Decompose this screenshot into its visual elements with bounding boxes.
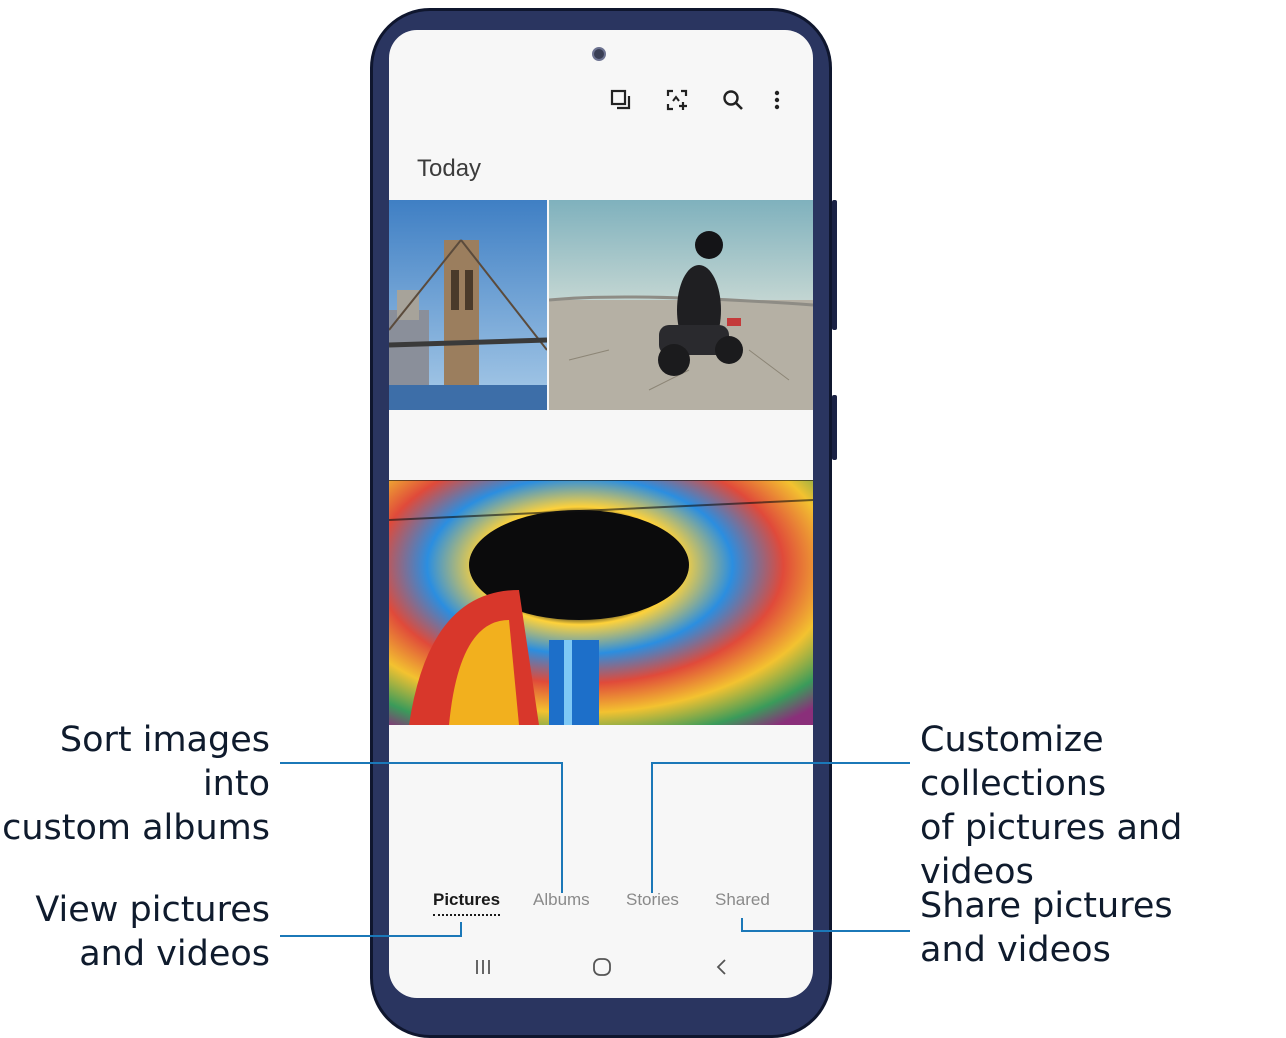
- callout-pictures: View pictures and videos: [35, 890, 270, 974]
- callout-stories: Customize collections of pictures and vi…: [920, 720, 1183, 892]
- callout-shared: Share pictures and videos: [920, 886, 1173, 970]
- callout-albums: Sort images into custom albums: [2, 720, 270, 848]
